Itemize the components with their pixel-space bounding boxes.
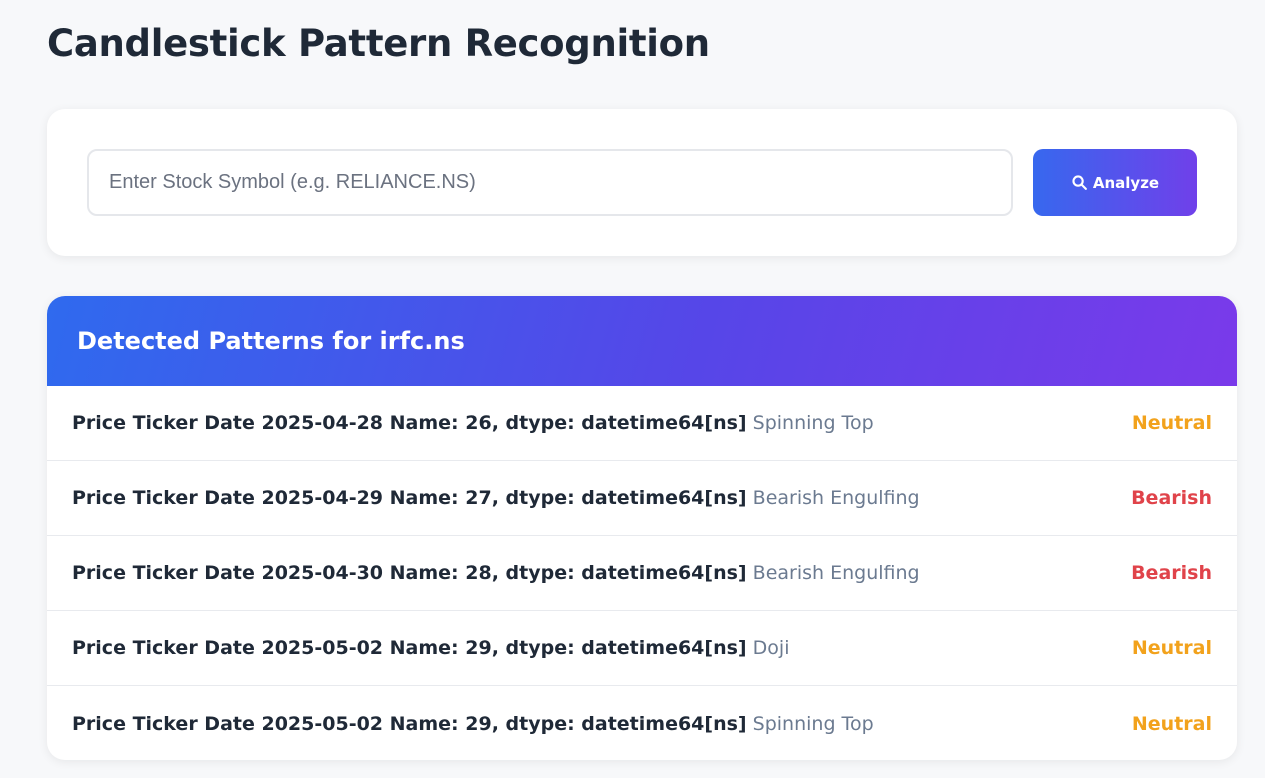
stock-symbol-input[interactable] <box>87 149 1013 216</box>
pattern-date: Price Ticker Date 2025-05-02 Name: 29, d… <box>72 637 747 659</box>
pattern-date: Price Ticker Date 2025-04-30 Name: 28, d… <box>72 562 747 584</box>
results-header: Detected Patterns for irfc.ns <box>47 296 1237 386</box>
pattern-date: Price Ticker Date 2025-04-28 Name: 26, d… <box>72 412 747 434</box>
sentiment-badge: Bearish <box>1131 487 1212 509</box>
pattern-name: Spinning Top <box>752 712 874 735</box>
pattern-date: Price Ticker Date 2025-05-02 Name: 29, d… <box>72 712 747 735</box>
pattern-row: Price Ticker Date 2025-04-29 Name: 27, d… <box>47 461 1237 536</box>
analyze-button-label: Analyze <box>1092 173 1160 192</box>
results-title: Detected Patterns for irfc.ns <box>77 327 465 355</box>
pattern-name: Bearish Engulfing <box>752 562 920 584</box>
pattern-row: Price Ticker Date 2025-04-28 Name: 26, d… <box>47 386 1237 461</box>
pattern-row: Price Ticker Date 2025-05-02 Name: 29, d… <box>47 611 1237 686</box>
pattern-date: Price Ticker Date 2025-04-29 Name: 27, d… <box>72 487 747 509</box>
pattern-name: Bearish Engulfing <box>752 487 920 509</box>
sentiment-badge: Neutral <box>1131 412 1212 434</box>
page-title: Candlestick Pattern Recognition <box>47 22 710 65</box>
results-card: Detected Patterns for irfc.ns Price Tick… <box>47 296 1237 760</box>
sentiment-badge: Neutral <box>1131 637 1212 659</box>
search-card: Analyze <box>47 109 1237 256</box>
pattern-row: Price Ticker Date 2025-04-30 Name: 28, d… <box>47 536 1237 611</box>
sentiment-badge: Bearish <box>1131 562 1212 584</box>
pattern-name: Doji <box>752 637 790 659</box>
pattern-row: Price Ticker Date 2025-05-02 Name: 29, d… <box>47 686 1237 760</box>
analyze-button[interactable]: Analyze <box>1033 149 1197 216</box>
pattern-name: Spinning Top <box>752 412 874 434</box>
sentiment-badge: Neutral <box>1131 712 1212 735</box>
search-icon <box>1071 174 1088 191</box>
